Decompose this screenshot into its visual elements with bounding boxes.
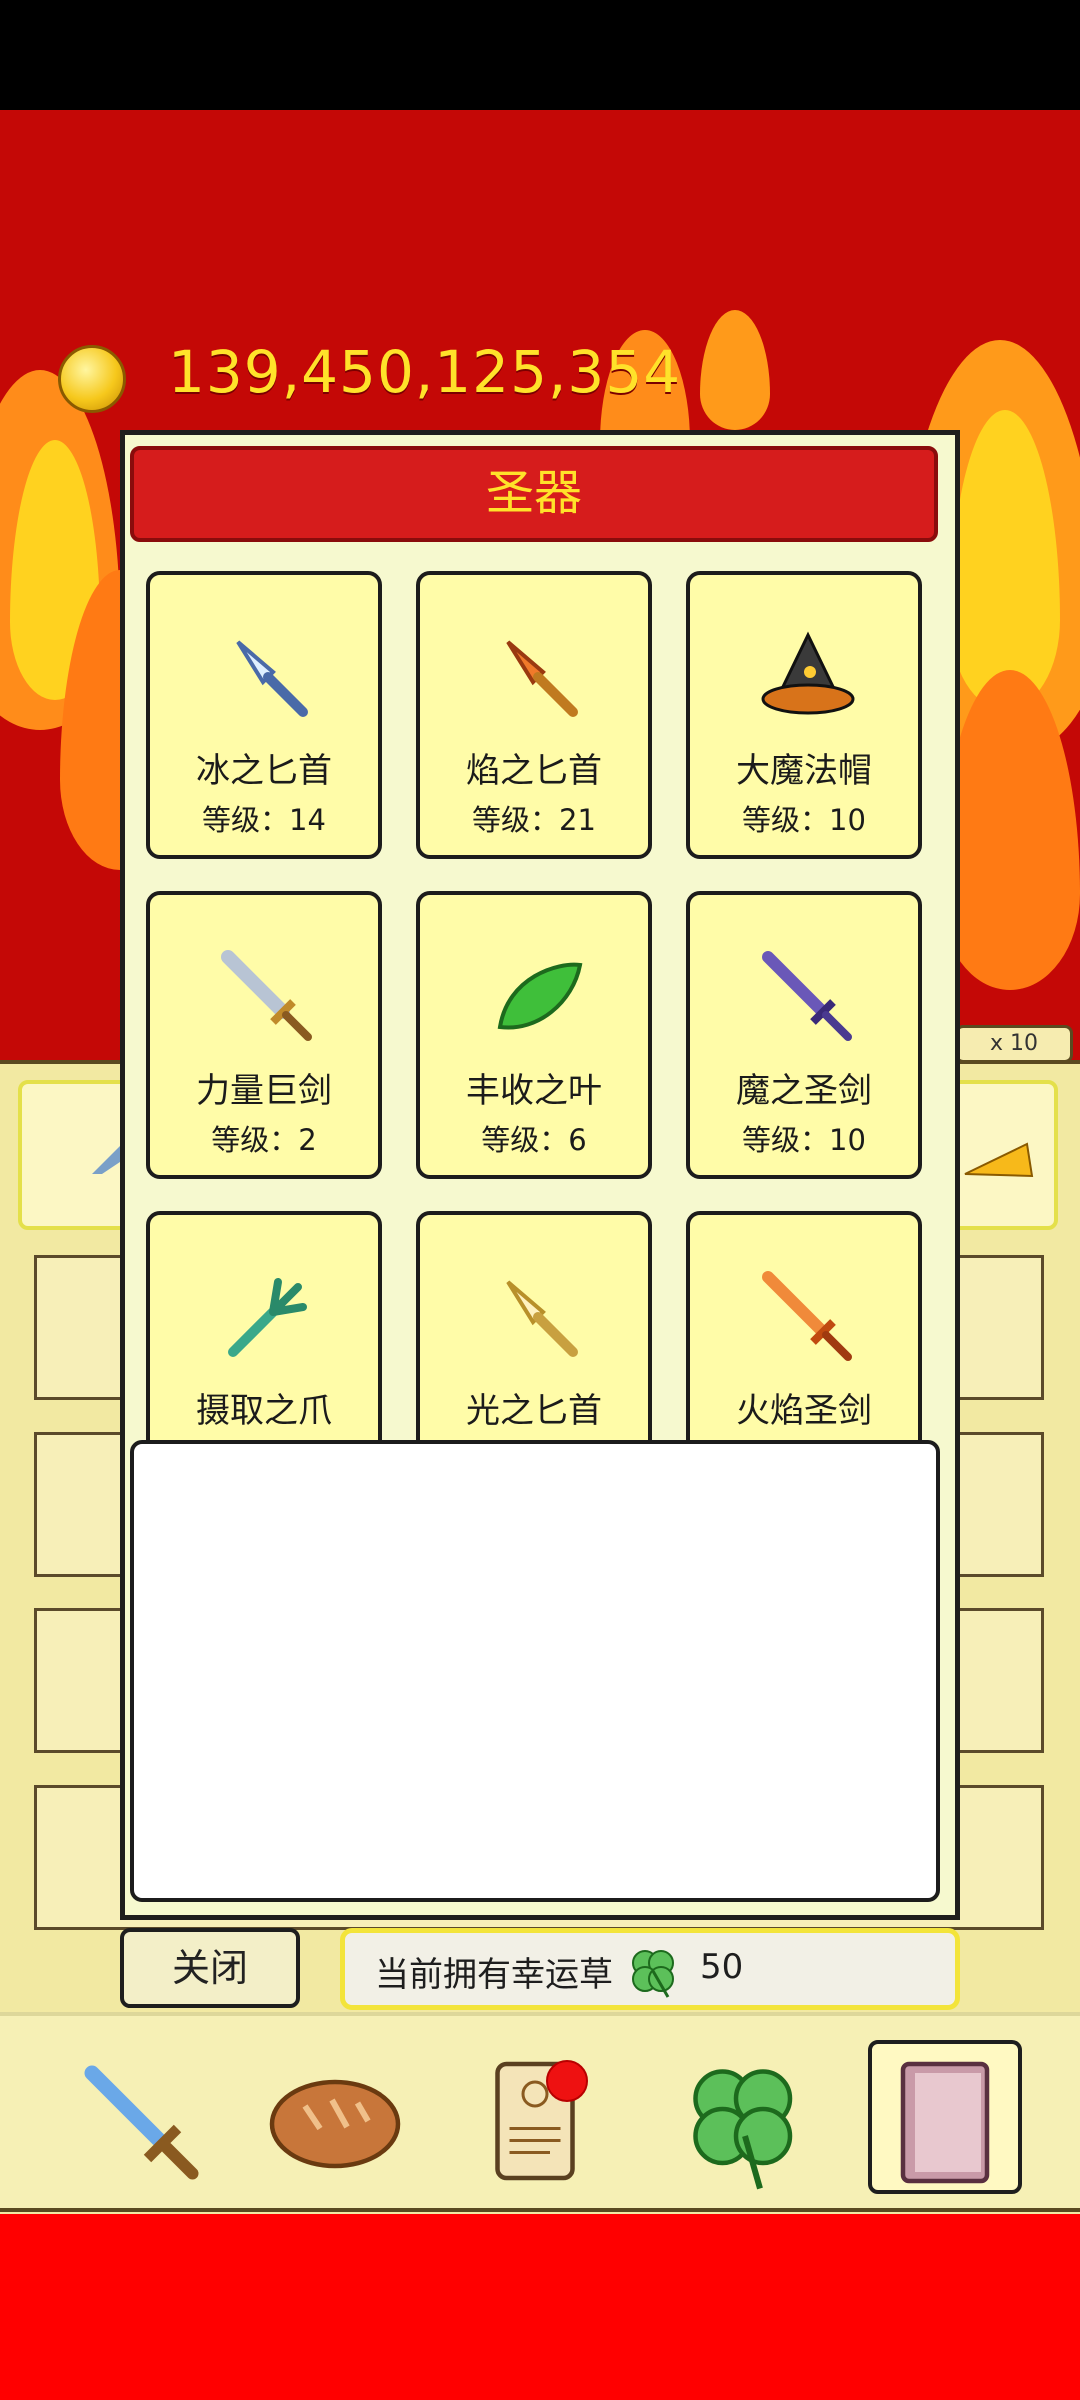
clover-counter: 当前拥有幸运草 50 <box>340 1928 960 2010</box>
status-bar <box>0 0 1080 110</box>
artifact-card[interactable]: 摄取之爪 <box>146 1211 382 1440</box>
artifact-level: 等级：14 <box>202 803 326 837</box>
artifact-name: 大魔法帽 <box>736 751 872 791</box>
artifact-name: 丰收之叶 <box>466 1071 602 1111</box>
artifact-card[interactable]: 丰收之叶 等级：6 <box>416 891 652 1179</box>
bottom-nav <box>0 2012 1080 2212</box>
scroll-icon[interactable] <box>460 2046 610 2196</box>
light-dagger-icon <box>506 1280 578 1357</box>
artifact-card[interactable]: 火焰圣剑 <box>686 1211 922 1440</box>
artifact-card[interactable]: 焰之匕首 等级：21 <box>416 571 652 859</box>
artifact-name: 焰之匕首 <box>466 751 602 791</box>
artifact-card[interactable]: 光之匕首 <box>416 1211 652 1440</box>
artifact-card[interactable]: 大魔法帽 等级：10 <box>686 571 922 859</box>
artifact-grid[interactable]: 冰之匕首 等级：14 焰之匕首 等级：21 大魔法帽 等级：10 力量巨剑 等级… <box>140 565 940 1440</box>
artifact-name: 冰之匕首 <box>196 751 332 791</box>
harvest-leaf-icon <box>497 962 583 1030</box>
cheese-icon <box>964 1142 1034 1178</box>
close-button[interactable]: 关闭 <box>120 1928 300 2008</box>
artifact-level: 等级：2 <box>211 1123 317 1157</box>
artifact-level: 等级：10 <box>742 803 866 837</box>
artifact-card[interactable]: 冰之匕首 等级：14 <box>146 571 382 859</box>
artifact-name: 力量巨剑 <box>196 1071 332 1111</box>
ice-dagger-icon <box>236 640 308 717</box>
flame-dagger-icon <box>506 640 578 717</box>
clover-label: 当前拥有幸运草 <box>375 1955 613 1995</box>
great-sword-icon <box>221 950 312 1041</box>
artifact-card[interactable]: 力量巨剑 等级：2 <box>146 891 382 1179</box>
artifact-name: 魔之圣剑 <box>736 1071 872 1111</box>
fire-sword-icon <box>762 1271 852 1361</box>
demon-sword-icon <box>762 951 852 1041</box>
artifact-name: 摄取之爪 <box>196 1391 332 1431</box>
modal-title: 圣器 <box>130 446 938 542</box>
artifact-name: 光之匕首 <box>466 1391 602 1431</box>
multiplier-button[interactable]: x 10 <box>955 1025 1073 1063</box>
artifact-level: 等级：6 <box>481 1123 587 1157</box>
grab-claw-icon <box>228 1278 307 1357</box>
notification-badge <box>546 2060 588 2102</box>
artifact-name: 火焰圣剑 <box>736 1391 872 1431</box>
artifact-level: 等级：10 <box>742 1123 866 1157</box>
wizard-hat-icon <box>761 631 855 715</box>
clover-icon <box>632 1950 674 1998</box>
artifact-description-panel <box>130 1440 940 1902</box>
gold-coin-icon <box>58 345 126 413</box>
clover-count: 50 <box>700 1947 744 1987</box>
book-icon[interactable] <box>870 2046 1020 2196</box>
sword-icon[interactable] <box>65 2046 215 2196</box>
gold-amount: 139,450,125,354 <box>168 338 682 406</box>
artifact-level: 等级：21 <box>472 803 596 837</box>
clover-icon[interactable] <box>670 2046 820 2196</box>
bread-icon[interactable] <box>260 2046 410 2196</box>
artifact-card[interactable]: 魔之圣剑 等级：10 <box>686 891 922 1179</box>
